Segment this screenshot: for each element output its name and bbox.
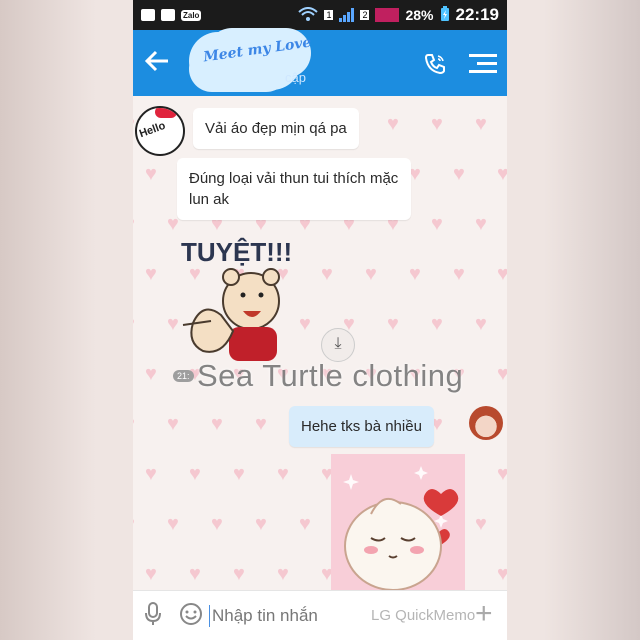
- wifi-icon: [298, 6, 319, 24]
- heart-pattern-icon: ♥: [321, 263, 333, 285]
- heart-pattern-icon: ♥: [431, 213, 443, 235]
- heart-pattern-icon: ♥: [299, 513, 311, 535]
- contact-avatar[interactable]: Hello: [135, 106, 185, 156]
- emoji-icon[interactable]: [173, 602, 209, 631]
- heart-pattern-icon: ♥: [475, 213, 487, 235]
- heart-pattern-icon: ♥: [497, 263, 507, 285]
- bow-icon: [155, 108, 177, 118]
- heart-pattern-icon: ♥: [145, 163, 157, 185]
- heart-pattern-icon: ♥: [453, 163, 465, 185]
- plus-icon[interactable]: +: [475, 597, 493, 631]
- sim2-signal-icon: [375, 8, 400, 22]
- heart-pattern-icon: ♥: [133, 514, 141, 534]
- heart-pattern-icon: ♥: [277, 563, 289, 585]
- heart-pattern-icon: ♥: [431, 113, 443, 135]
- heart-pattern-icon: ♥: [409, 263, 421, 285]
- heart-pattern-icon: ♥: [475, 513, 487, 535]
- avatar-hello-art: Hello: [137, 119, 168, 141]
- heart-pattern-icon: ♥: [387, 113, 399, 135]
- heart-pattern-icon: ♥: [211, 513, 223, 535]
- message-text: Hehe tks bà nhiều: [301, 418, 422, 435]
- heart-pattern-icon: ♥: [497, 163, 507, 185]
- menu-icon[interactable]: [469, 49, 497, 78]
- heart-pattern-icon: ♥: [133, 214, 141, 234]
- heart-pattern-icon: ♥: [255, 513, 267, 535]
- heart-pattern-icon: ♥: [145, 463, 157, 485]
- heart-pattern-icon: ♥: [211, 413, 223, 435]
- heart-pattern-icon: ♥: [497, 563, 507, 585]
- download-icon[interactable]: ⤓: [321, 328, 355, 362]
- clock: 22:19: [455, 5, 499, 24]
- heart-pattern-icon: ♥: [475, 313, 487, 335]
- message-bubble-received[interactable]: Đúng loại vải thun tui thích mặc lun ak: [177, 158, 411, 220]
- battery-percent: 28%: [405, 7, 434, 23]
- header-subtitle: cập: [285, 70, 306, 85]
- phone-icon[interactable]: [423, 52, 445, 75]
- heart-pattern-icon: ♥: [431, 313, 443, 335]
- timestamp: 21:: [173, 370, 194, 382]
- sim2-badge: 2: [360, 10, 370, 20]
- heart-pattern-icon: ♥: [145, 563, 157, 585]
- heart-pattern-icon: ♥: [497, 463, 507, 485]
- heart-pattern-icon: ♥: [233, 463, 245, 485]
- my-avatar[interactable]: [469, 406, 503, 440]
- heart-pattern-icon: ♥: [167, 513, 179, 535]
- sim1-badge: 1: [324, 10, 334, 20]
- heart-pattern-icon: ♥: [189, 463, 201, 485]
- conversation-title[interactable]: Meet my Love: [181, 30, 321, 96]
- message-bubble-received[interactable]: Vải áo đẹp mịn qá pa: [193, 108, 359, 149]
- heart-pattern-icon: ♥: [277, 463, 289, 485]
- heart-pattern-icon: ♥: [497, 363, 507, 385]
- message-text: Vải áo đẹp mịn qá pa: [205, 120, 347, 137]
- heart-pattern-icon: ♥: [255, 413, 267, 435]
- heart-pattern-icon: ♥: [387, 313, 399, 335]
- app-bar: Meet my Love cập: [133, 30, 507, 96]
- heart-pattern-icon: ♥: [233, 563, 245, 585]
- heart-pattern-icon: ♥: [365, 263, 377, 285]
- battery-icon: [440, 5, 450, 25]
- chat-notification-icon: [161, 9, 175, 21]
- watermark-text: Sea Turtle clothing: [197, 358, 464, 393]
- heart-pattern-icon: ♥: [189, 563, 201, 585]
- message-bubble-sent[interactable]: Hehe tks bà nhiều: [289, 406, 434, 447]
- heart-pattern-icon: ♥: [167, 413, 179, 435]
- sticker-caption: TUYỆT!!!: [181, 237, 292, 267]
- mic-icon[interactable]: [133, 601, 173, 631]
- signal-icon: [339, 8, 355, 22]
- chat-area[interactable]: ♥ ♥ ♥ ♥ ♥ ♥ ♥ ♥ ♥ ♥ ♥ ♥ ♥ ♥ ♥ ♥ ♥ ♥ ♥ ♥ ♥ ♥ ♥ ♥ ♥ ♥ ♥ ♥ ♥ ♥ ♥ ♥ ♥ ♥ ♥ ♥ ♥ ♥ ♥ ♥…: [133, 96, 507, 590]
- sticker-blush-bun[interactable]: [331, 454, 465, 590]
- heart-pattern-icon: ♥: [475, 113, 487, 135]
- heart-pattern-icon: ♥: [133, 314, 141, 334]
- heart-pattern-icon: ♥: [453, 263, 465, 285]
- sticker-tuyet-bear[interactable]: TUYỆT!!!: [173, 231, 313, 371]
- phone-screen: Zalo 1 2 28% 22:19 Meet my Love cập ♥ ♥ …: [133, 0, 507, 640]
- heart-pattern-icon: ♥: [133, 414, 141, 434]
- message-input-bar: LG QuickMemo +: [133, 590, 507, 640]
- zalo-icon: Zalo: [181, 9, 202, 21]
- back-arrow-icon[interactable]: [133, 30, 181, 96]
- heart-pattern-icon: ♥: [145, 263, 157, 285]
- heart-pattern-icon: ♥: [145, 363, 157, 385]
- heart-pattern-icon: ♥: [409, 163, 421, 185]
- message-text: Đúng loại vải thun tui thích mặc lun ak: [189, 170, 399, 208]
- message-notification-icon: [141, 9, 155, 21]
- status-bar: Zalo 1 2 28% 22:19: [133, 0, 507, 30]
- quickmemo-overlay: LG QuickMemo: [371, 607, 476, 624]
